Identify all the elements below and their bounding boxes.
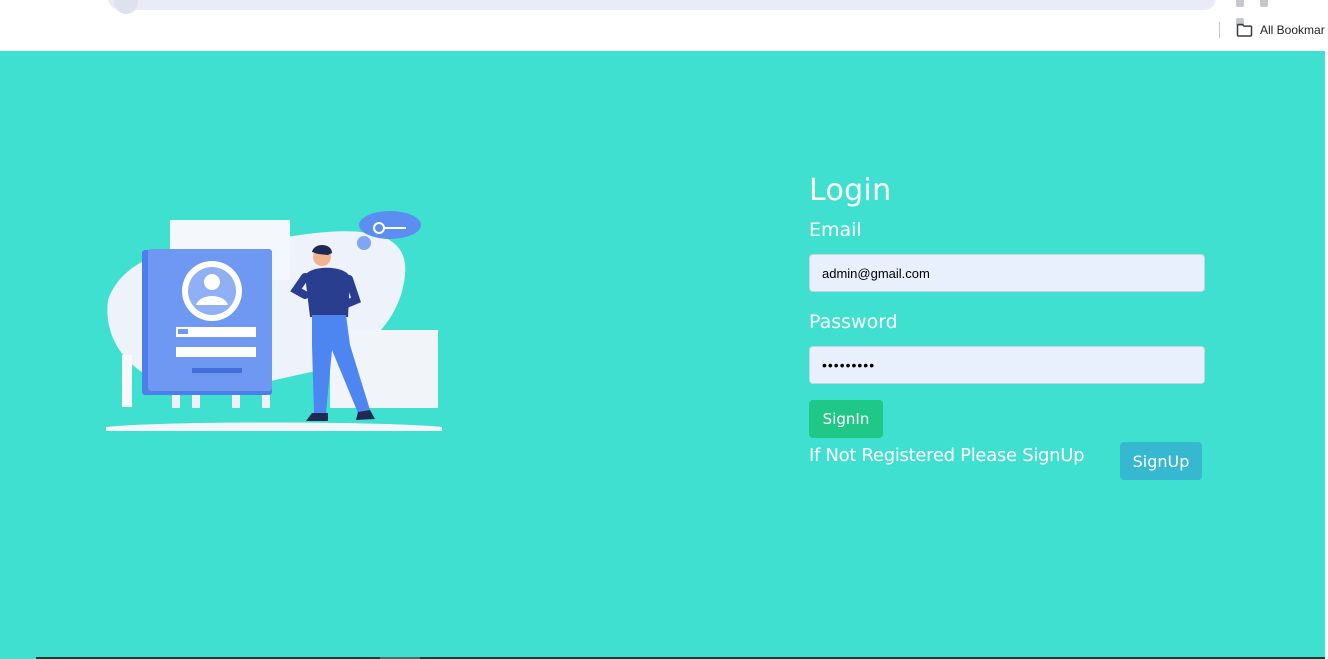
signin-button[interactable]: SignIn (809, 400, 883, 438)
card-button (192, 368, 242, 373)
bookmarks-divider (1219, 22, 1220, 38)
toolbar-icon[interactable] (1236, 0, 1244, 7)
register-prompt: If Not Registered Please SignUp (809, 445, 1085, 466)
folder-icon (1236, 23, 1253, 37)
ground (106, 422, 442, 431)
email-field[interactable] (809, 254, 1205, 292)
address-bar[interactable] (108, 0, 1216, 14)
key-bubble (359, 211, 421, 239)
all-bookmarks-button[interactable]: All Bookmar (1236, 20, 1325, 40)
password-field[interactable] (809, 346, 1205, 384)
password-label: Password (809, 311, 898, 333)
login-title: Login (809, 173, 892, 208)
email-label: Email (809, 219, 862, 241)
signup-button[interactable]: SignUp (1120, 442, 1202, 480)
person-shirt (305, 267, 350, 317)
login-illustration (106, 211, 442, 431)
toolbar-icon[interactable] (1260, 0, 1268, 7)
site-info-icon[interactable] (114, 0, 138, 14)
toolbar-icons[interactable] (1236, 0, 1306, 26)
bookmarks-label: All Bookmar (1260, 23, 1325, 37)
password-line (176, 347, 256, 357)
table-leg (122, 355, 132, 407)
browser-chrome: All Bookmar (0, 0, 1328, 51)
